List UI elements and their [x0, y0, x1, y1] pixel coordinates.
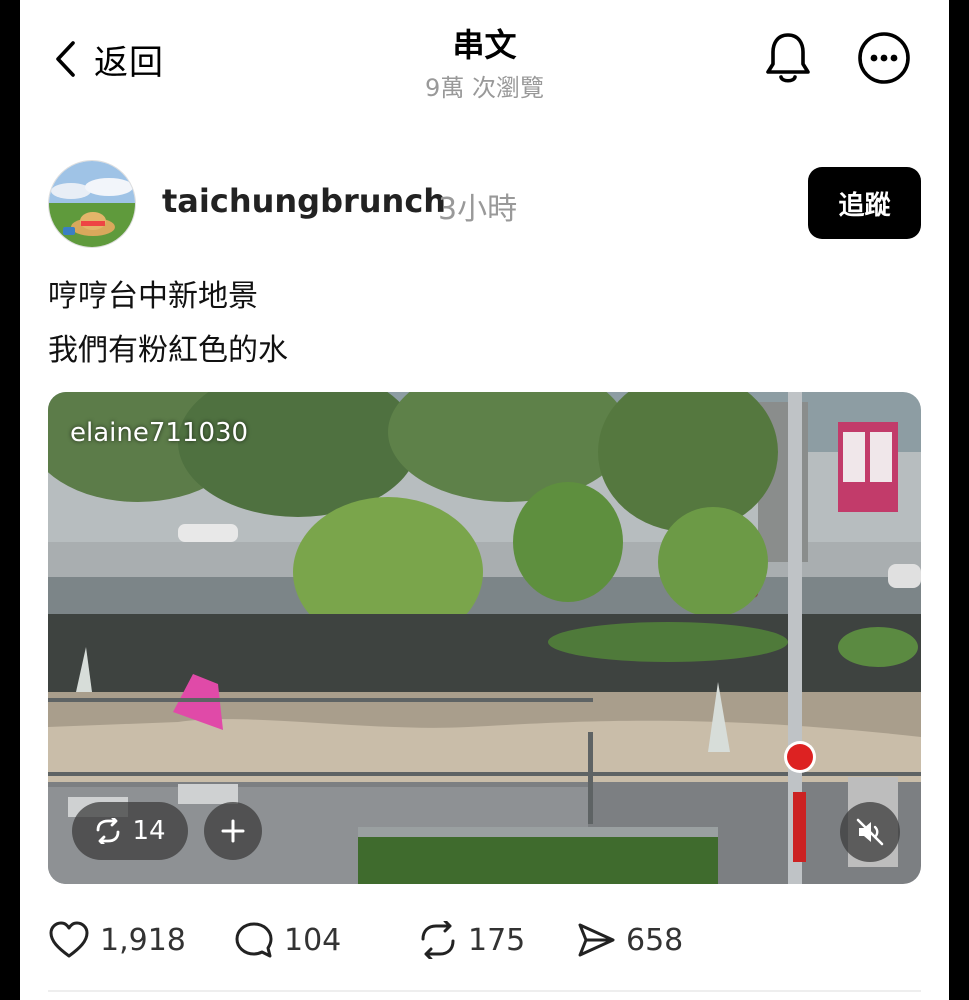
left-edge — [0, 0, 20, 1000]
top-bar: 返回 串文 9萬 次瀏覽 — [20, 0, 949, 120]
like-button[interactable]: 1,918 — [48, 912, 186, 968]
add-button[interactable] — [204, 802, 262, 860]
repost-icon — [421, 921, 455, 959]
repost-count-chip[interactable]: 14 — [72, 802, 188, 860]
post-time: 3小時 — [438, 192, 518, 227]
repost-count: 14 — [132, 816, 166, 846]
avatar[interactable] — [48, 160, 136, 248]
comment-count: 104 — [284, 922, 342, 958]
repost-icon — [97, 818, 120, 844]
like-count: 1,918 — [100, 922, 186, 958]
share-button[interactable]: 658 — [576, 912, 683, 968]
video-player[interactable]: elaine711030 14 — [48, 392, 921, 884]
caption-line: 我們有粉紅色的水 — [48, 333, 288, 368]
plus-icon — [221, 819, 245, 843]
video-watermark: elaine711030 — [70, 418, 249, 448]
share-icon — [578, 923, 615, 957]
comment-button[interactable]: 104 — [234, 912, 341, 968]
post-header: taichungbrunch 3小時 追蹤 — [48, 160, 928, 248]
mute-button[interactable] — [840, 802, 900, 862]
username[interactable]: taichungbrunch — [162, 182, 446, 220]
bell-icon[interactable] — [762, 30, 814, 86]
right-edge — [949, 0, 969, 1000]
repost-button[interactable]: 175 — [418, 912, 525, 968]
repost-count: 175 — [468, 922, 526, 958]
post-caption: 哼哼台中新地景 我們有粉紅色的水 — [48, 270, 908, 378]
follow-button[interactable]: 追蹤 — [808, 167, 921, 239]
share-count: 658 — [626, 922, 684, 958]
action-bar: 1,918 104 175 658 — [48, 912, 908, 968]
thread-screen: 返回 串文 9萬 次瀏覽 taichungbrunch 3小時 追蹤 哼哼台中新… — [20, 0, 949, 1000]
more-icon[interactable] — [856, 30, 912, 86]
heart-icon — [49, 921, 89, 958]
divider — [48, 990, 921, 992]
caption-line: 哼哼台中新地景 — [48, 279, 258, 314]
mute-icon — [856, 818, 884, 846]
comment-icon — [235, 922, 273, 958]
